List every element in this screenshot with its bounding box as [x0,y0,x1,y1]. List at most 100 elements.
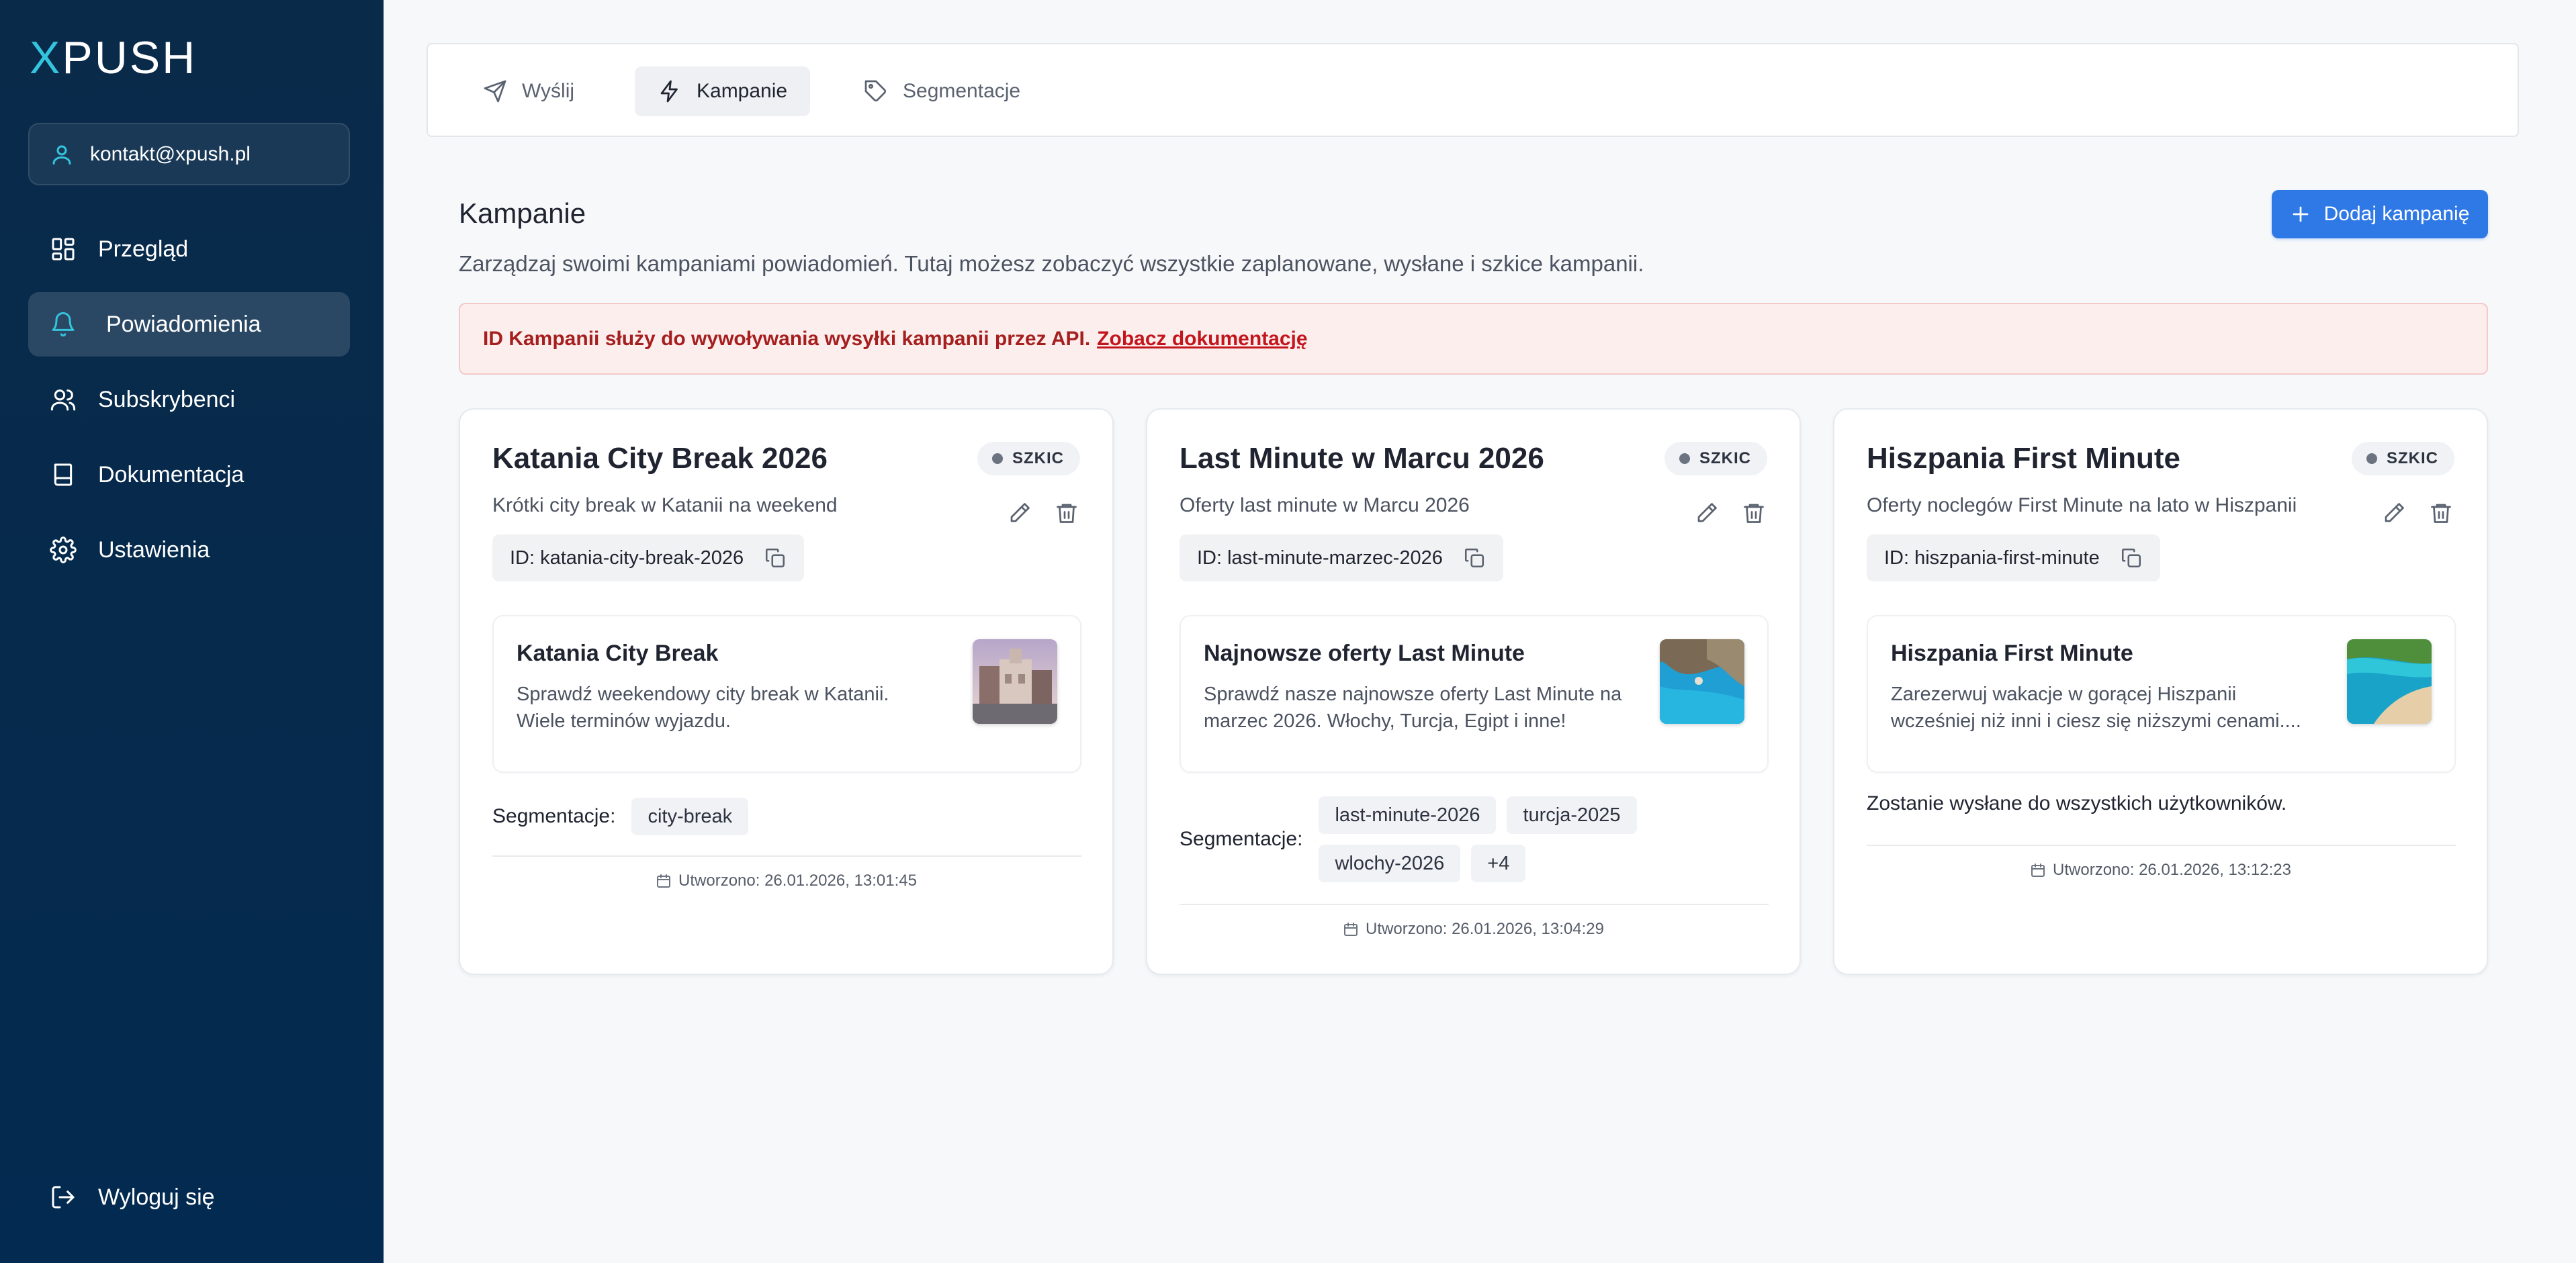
trash-icon[interactable] [2429,501,2453,525]
status-badge: SZKIC [977,442,1080,475]
alert-text: ID Kampanii służy do wywoływania wysyłki… [483,327,1091,350]
copy-icon[interactable] [764,547,787,569]
logout-label: Wyloguj się [98,1184,215,1210]
campaign-id: ID: hiszpania-first-minute [1884,547,2100,569]
preview-thumbnail [1660,639,1744,724]
edit-icon[interactable] [1695,501,1719,525]
segments-label: Segmentacje: [492,805,616,827]
tab-kampanie[interactable]: Kampanie [635,66,811,116]
card-actions [1008,501,1079,525]
card-actions [2382,501,2453,525]
account-chip[interactable]: kontakt@xpush.pl [28,123,350,185]
sidebar-item-label: Przegląd [98,236,189,262]
segment-tag: last-minute-2026 [1319,796,1497,834]
divider [1867,845,2456,846]
beach-cove-image [1660,639,1744,724]
notification-preview: Hiszpania First Minute Zarezerwuj wakacj… [1867,615,2456,773]
divider [1180,904,1769,905]
status-label: SZKIC [1699,449,1751,467]
grid-icon [52,238,75,261]
calendar-icon [2031,863,2045,877]
campaign-card: Last Minute w Marcu 2026 SZKIC Oferty la… [1146,408,1801,975]
status-label: SZKIC [2387,449,2438,467]
documentation-link[interactable]: Zobacz dokumentację [1097,328,1307,350]
campaign-title: Katania City Break 2026 [492,442,828,475]
preview-line: Wiele terminów wyjazdu. [517,710,731,732]
city-image [973,639,1057,724]
beach-image [2347,639,2432,724]
campaign-subtitle: Krótki city break w Katanii na weekend [492,494,838,516]
gear-icon [50,536,77,563]
book-icon [54,463,73,486]
campaign-id-chip: ID: katania-city-break-2026 [492,534,805,581]
tag-icon [864,80,887,102]
calendar-icon [1344,923,1358,936]
segments-row: Segmentacje: last-minute-2026 turcja-202… [1180,796,1668,882]
tab-label: Wyślij [522,80,575,102]
campaign-id-chip: ID: hiszpania-first-minute [1867,534,2160,581]
campaign-id-chip: ID: last-minute-marzec-2026 [1180,534,1503,581]
bell-icon [52,312,75,337]
sidebar-item-dokumentacja[interactable]: Dokumentacja [28,442,350,507]
segment-tag: wlochy-2026 [1319,845,1461,882]
created-date: Utworzono: 26.01.2026, 13:01:45 [460,872,1112,890]
created-text: Utworzono: 26.01.2026, 13:04:29 [1366,920,1604,938]
campaign-id: ID: last-minute-marzec-2026 [1197,547,1443,569]
send-to-all-note: Zostanie wysłane do wszystkich użytkowni… [1867,792,2287,814]
created-text: Utworzono: 26.01.2026, 13:12:23 [2053,861,2291,879]
sidebar-item-przeglad[interactable]: Przegląd [28,217,350,281]
preview-body: Sprawdź weekendowy city break w Katanii.… [517,681,973,735]
preview-line: marzec 2026. Włochy, Turcja, Egipt i inn… [1204,710,1566,732]
trash-icon[interactable] [1055,501,1079,525]
tab-segmentacje[interactable]: Segmentacje [841,66,1043,116]
xpush-logo[interactable]: X PUSH [30,32,197,83]
edit-icon[interactable] [1008,501,1032,525]
edit-icon[interactable] [2382,501,2406,525]
add-campaign-label: Dodaj kampanię [2323,203,2470,225]
preview-title: Najnowsze oferty Last Minute [1204,641,1525,666]
send-icon [484,80,506,103]
preview-body: Sprawdź nasze najnowsze oferty Last Minu… [1204,681,1660,735]
campaign-card: Katania City Break 2026 SZKIC Krótki cit… [459,408,1114,975]
notification-preview: Katania City Break Sprawdź weekendowy ci… [492,615,1081,773]
logout-button[interactable]: Wyloguj się [28,1165,350,1229]
status-dot [992,453,1003,464]
status-badge: SZKIC [1664,442,1767,475]
add-campaign-button[interactable]: Dodaj kampanię [2272,190,2488,238]
preview-thumbnail [2347,639,2432,724]
segment-tag: turcja-2025 [1507,796,1637,834]
status-dot [1679,453,1690,464]
created-date: Utworzono: 26.01.2026, 13:04:29 [1147,920,1800,939]
trash-icon[interactable] [1742,501,1766,525]
segment-tags: last-minute-2026 turcja-2025 wlochy-2026… [1319,796,1668,882]
preview-line: Sprawdź nasze najnowsze oferty Last Minu… [1204,684,1622,705]
sidebar-item-label: Powiadomienia [106,311,261,337]
preview-title: Hiszpania First Minute [1891,641,2133,666]
campaign-id: ID: katania-city-break-2026 [510,547,744,569]
copy-icon[interactable] [1463,547,1486,569]
account-email: kontakt@xpush.pl [90,142,251,165]
logo-x: X [30,32,62,83]
notification-preview: Najnowsze oferty Last Minute Sprawdź nas… [1180,615,1769,773]
segment-tag: city-break [631,798,749,835]
tab-wyslij[interactable]: Wyślij [460,66,597,116]
campaign-subtitle: Oferty noclegów First Minute na lato w H… [1867,494,2297,516]
card-actions [1695,501,1766,525]
preview-body: Zarezerwuj wakacje w gorącej Hiszpanii w… [1891,681,2348,735]
preview-thumbnail [973,639,1057,724]
page-title: Kampanie [459,197,586,229]
api-info-alert: ID Kampanii służy do wywoływania wysyłki… [459,303,2488,375]
sidebar-item-powiadomienia[interactable]: Powiadomienia [28,292,350,357]
sidebar-item-subskrybenci[interactable]: Subskrybenci [28,367,350,432]
status-dot [2366,453,2377,464]
segment-more-tag[interactable]: +4 [1471,845,1526,882]
segments-row: Segmentacje: city-break [492,798,749,835]
copy-icon[interactable] [2120,547,2143,569]
sidebar-item-label: Subskrybenci [98,386,236,412]
preview-line: wcześniej niż inni i ciesz się niższymi … [1891,710,2301,732]
created-date: Utworzono: 26.01.2026, 13:12:23 [1834,861,2487,880]
status-label: SZKIC [1012,449,1064,467]
sidebar-item-ustawienia[interactable]: Ustawienia [28,518,350,582]
segments-label: Segmentacje: [1180,828,1303,850]
campaign-card: Hiszpania First Minute SZKIC Oferty nocl… [1833,408,2488,975]
